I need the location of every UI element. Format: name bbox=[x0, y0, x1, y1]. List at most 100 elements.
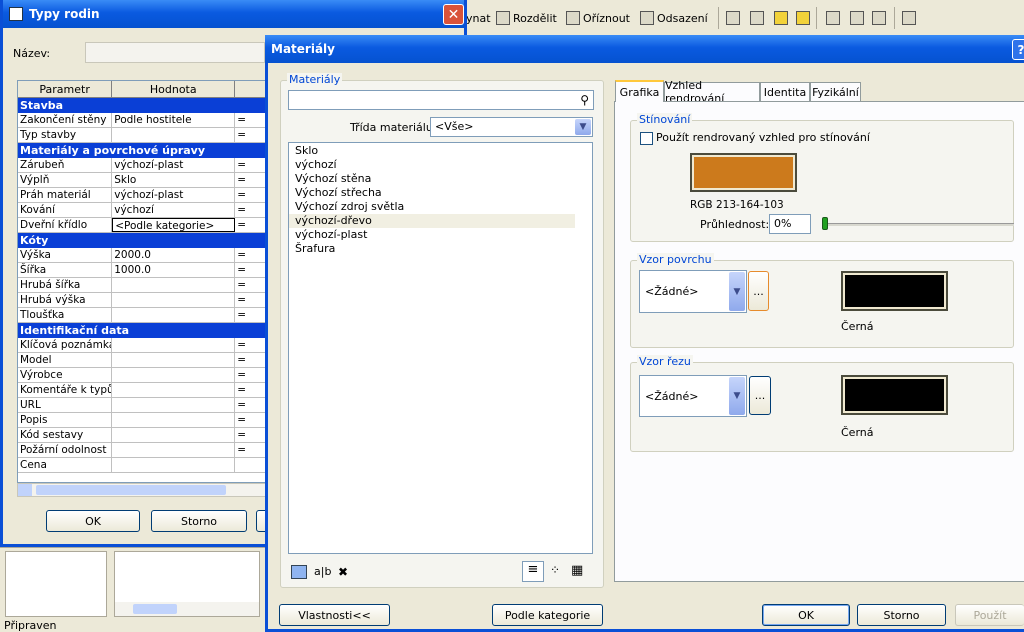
list-item[interactable]: výchozí-dřevo bbox=[289, 214, 575, 228]
cut-pattern-select[interactable]: <Žádné> ▼ bbox=[639, 375, 747, 417]
value-cell[interactable]: výchozí-plast bbox=[112, 188, 236, 202]
chevron-down-icon[interactable]: ▼ bbox=[729, 377, 745, 415]
table-row[interactable]: Požární odolnost = bbox=[18, 443, 268, 458]
name-field[interactable] bbox=[85, 42, 265, 63]
formula-cell[interactable]: = bbox=[235, 383, 268, 397]
align-tool-button[interactable] bbox=[850, 9, 864, 27]
table-row[interactable]: URL = bbox=[18, 398, 268, 413]
table-row[interactable]: Hrubá výška = bbox=[18, 293, 268, 308]
offset-button[interactable]: Odsazení bbox=[640, 9, 708, 27]
value-cell[interactable] bbox=[112, 443, 236, 457]
value-cell[interactable] bbox=[112, 308, 236, 322]
formula-cell[interactable]: = bbox=[235, 443, 268, 457]
tab-physical[interactable]: Fyzikální bbox=[810, 82, 861, 101]
tab-identity[interactable]: Identita bbox=[760, 82, 810, 101]
by-category-button[interactable]: Podle kategorie bbox=[492, 604, 603, 626]
table-row[interactable]: Výrobce = bbox=[18, 368, 268, 383]
search-icon[interactable]: ⚲ bbox=[580, 93, 589, 107]
chevron-down-icon[interactable]: ▼ bbox=[729, 272, 745, 311]
value-cell[interactable]: výchozí bbox=[112, 203, 236, 217]
formula-cell[interactable]: = bbox=[235, 113, 268, 127]
section-header[interactable]: Materiály a povrchové úpravy bbox=[18, 143, 268, 158]
scroll-thumb[interactable] bbox=[36, 485, 226, 495]
close-icon[interactable]: ✕ bbox=[443, 4, 464, 25]
list-item[interactable]: výchozí bbox=[289, 158, 575, 172]
column-header-value[interactable]: Hodnota bbox=[112, 81, 236, 97]
transparency-slider-thumb[interactable] bbox=[822, 217, 828, 230]
formula-cell[interactable]: = bbox=[235, 278, 268, 292]
value-cell[interactable] bbox=[112, 293, 236, 307]
chevron-down-icon[interactable]: ▼ bbox=[575, 119, 591, 135]
trim-button[interactable]: Oříznout bbox=[566, 9, 630, 27]
join-button[interactable]: ynat bbox=[466, 9, 491, 27]
properties-toggle-button[interactable]: Vlastnosti<< bbox=[279, 604, 390, 626]
formula-cell[interactable]: = bbox=[235, 263, 268, 277]
table-row[interactable]: Klíčová poznámka = bbox=[18, 338, 268, 353]
table-row[interactable]: Cena bbox=[18, 458, 268, 473]
rename-material-icon[interactable]: a|b bbox=[314, 565, 331, 579]
new-material-icon[interactable] bbox=[291, 565, 307, 579]
list-item[interactable]: výchozí-plast bbox=[289, 228, 575, 242]
formula-cell[interactable]: = bbox=[235, 338, 268, 352]
value-cell[interactable] bbox=[112, 458, 236, 472]
small-icons-view-icon[interactable]: ⁘ bbox=[550, 563, 560, 577]
delete-material-icon[interactable]: ✖ bbox=[338, 565, 354, 579]
value-cell[interactable] bbox=[112, 128, 236, 142]
large-icons-view-icon[interactable]: ▦ bbox=[571, 563, 583, 578]
value-cell[interactable] bbox=[112, 398, 236, 412]
table-row[interactable]: Typ stavby = bbox=[18, 128, 268, 143]
formula-cell[interactable]: = bbox=[235, 248, 268, 262]
help-icon[interactable]: ? bbox=[1012, 39, 1024, 60]
table-row[interactable]: Výplň Sklo = bbox=[18, 173, 268, 188]
column-header-parameter[interactable]: Parametr bbox=[18, 81, 113, 97]
formula-cell[interactable]: = bbox=[235, 203, 268, 217]
shading-color-swatch[interactable] bbox=[690, 153, 797, 192]
list-item[interactable]: Výchozí stěna bbox=[289, 172, 575, 186]
table-row[interactable]: Práh materiál výchozí-plast = bbox=[18, 188, 268, 203]
value-cell[interactable]: 2000.0 bbox=[112, 248, 236, 262]
value-cell[interactable]: výchozí-plast bbox=[112, 158, 236, 172]
table-row[interactable]: Výška 2000.0 = bbox=[18, 248, 268, 263]
cut-pattern-browse-button[interactable]: ... bbox=[749, 376, 771, 415]
value-cell[interactable] bbox=[112, 383, 236, 397]
value-cell[interactable] bbox=[112, 413, 236, 427]
formula-cell[interactable]: = bbox=[235, 218, 268, 232]
move-tool-button[interactable] bbox=[774, 9, 788, 27]
ok-button[interactable]: OK bbox=[46, 510, 140, 532]
table-row[interactable]: Tloušťka = bbox=[18, 308, 268, 323]
formula-cell[interactable]: = bbox=[235, 398, 268, 412]
surface-pattern-select[interactable]: <Žádné> ▼ bbox=[639, 270, 747, 313]
cancel-button[interactable]: Storno bbox=[857, 604, 946, 626]
value-cell[interactable] bbox=[112, 278, 236, 292]
formula-cell[interactable]: = bbox=[235, 188, 268, 202]
table-row[interactable]: Popis = bbox=[18, 413, 268, 428]
browser-scrollbar[interactable] bbox=[115, 602, 259, 616]
mirror-tool-button[interactable] bbox=[872, 9, 886, 27]
dimension-tool-button[interactable] bbox=[902, 9, 916, 27]
value-cell[interactable] bbox=[112, 353, 236, 367]
formula-cell[interactable]: = bbox=[235, 428, 268, 442]
ok-button[interactable]: OK bbox=[762, 604, 850, 626]
value-cell[interactable] bbox=[112, 428, 236, 442]
table-row[interactable]: Kód sestavy = bbox=[18, 428, 268, 443]
material-class-select[interactable]: <Vše> ▼ bbox=[430, 117, 593, 137]
material-search-input[interactable]: ⚲ bbox=[288, 90, 594, 110]
value-cell[interactable]: Podle hostitele bbox=[112, 113, 236, 127]
list-item[interactable]: Výchozí střecha bbox=[289, 186, 575, 200]
value-cell[interactable] bbox=[112, 368, 236, 382]
table-row[interactable]: Komentáře k typů = bbox=[18, 383, 268, 398]
table-row[interactable]: Hrubá šířka = bbox=[18, 278, 268, 293]
section-header[interactable]: Kóty bbox=[18, 233, 268, 248]
table-row[interactable]: Zárubeň výchozí-plast = bbox=[18, 158, 268, 173]
value-cell[interactable]: 1000.0 bbox=[112, 263, 236, 277]
list-view-icon[interactable]: ≡ bbox=[522, 561, 544, 582]
value-cell[interactable]: <Podle kategorie> bbox=[112, 218, 236, 232]
horizontal-scrollbar[interactable] bbox=[17, 483, 269, 497]
tab-render-appearance[interactable]: Vzhled rendrování bbox=[664, 79, 760, 105]
formula-cell[interactable]: = bbox=[235, 353, 268, 367]
copy-tool-button[interactable] bbox=[726, 9, 740, 27]
browser-scroll-thumb[interactable] bbox=[133, 604, 177, 614]
formula-cell[interactable]: = bbox=[235, 128, 268, 142]
list-item[interactable]: Výchozí zdroj světla bbox=[289, 200, 575, 214]
rotate-tool-button[interactable] bbox=[750, 9, 764, 27]
